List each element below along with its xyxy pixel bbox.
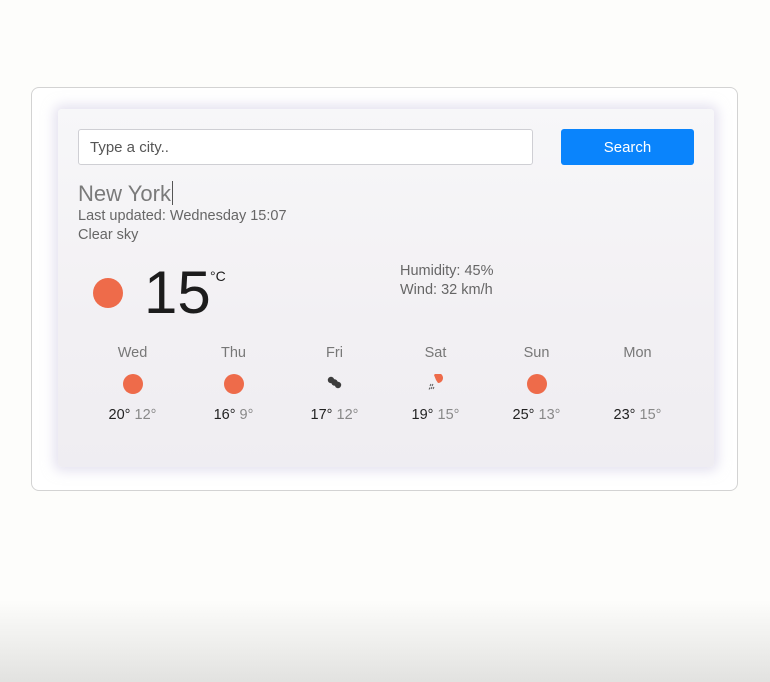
forecast-day: Wed 20° 12° [82, 345, 183, 435]
forecast-max: 16° [213, 407, 236, 423]
forecast-min: 15° [639, 407, 662, 423]
current-temperature: 15 [144, 259, 211, 326]
forecast-min: 13° [538, 407, 561, 423]
forecast-day: Sat 19° 15° [385, 345, 486, 435]
city-name: New York [78, 181, 173, 207]
forecast-day-name: Sat [424, 345, 447, 361]
forecast-max: 25° [512, 407, 535, 423]
sun-icon [527, 374, 547, 394]
forecast-day-name: Thu [221, 345, 246, 361]
cloud-icon [327, 376, 342, 389]
forecast-temps: 25° 13° [486, 407, 587, 423]
sun-icon [224, 374, 244, 394]
temperature-unit: °C [210, 268, 226, 284]
forecast-max: 17° [310, 407, 333, 423]
forecast-min: 12° [134, 407, 157, 423]
forecast-min: 15° [437, 407, 460, 423]
forecast-row: Wed 20° 12° Thu 16° 9° Fri 17° 12° Sat 1… [82, 345, 688, 435]
forecast-max: 19° [411, 407, 434, 423]
sun-icon [93, 278, 123, 308]
forecast-min: 9° [239, 407, 254, 423]
forecast-temps: 16° 9° [183, 407, 284, 423]
forecast-min: 12° [336, 407, 359, 423]
last-updated: Last updated: Wednesday 15:07 [78, 208, 287, 224]
forecast-day: Thu 16° 9° [183, 345, 284, 435]
forecast-temps: 17° 12° [284, 407, 385, 423]
search-button[interactable]: Search [561, 129, 694, 165]
wind: Wind: 32 km/h [400, 282, 493, 298]
forecast-day-name: Sun [523, 345, 550, 361]
city-search-input[interactable] [78, 129, 533, 165]
forecast-temps: 23° 15° [587, 407, 688, 423]
forecast-day-name: Mon [623, 345, 652, 361]
forecast-temps: 19° 15° [385, 407, 486, 423]
weather-card: Search New York Last updated: Wednesday … [58, 109, 714, 467]
humidity: Humidity: 45% [400, 263, 494, 279]
forecast-max: 20° [108, 407, 131, 423]
forecast-day: Sun 25° 13° [486, 345, 587, 435]
forecast-day-name: Wed [117, 345, 148, 361]
forecast-day-name: Fri [326, 345, 343, 361]
rain-icon [428, 374, 443, 390]
city-name-text: New York [78, 181, 171, 206]
forecast-day: Mon 23° 15° [587, 345, 688, 435]
forecast-max: 23° [613, 407, 636, 423]
weather-description: Clear sky [78, 227, 139, 243]
text-caret [171, 181, 173, 205]
sun-icon [123, 374, 143, 394]
forecast-day: Fri 17° 12° [284, 345, 385, 435]
forecast-temps: 20° 12° [82, 407, 183, 423]
